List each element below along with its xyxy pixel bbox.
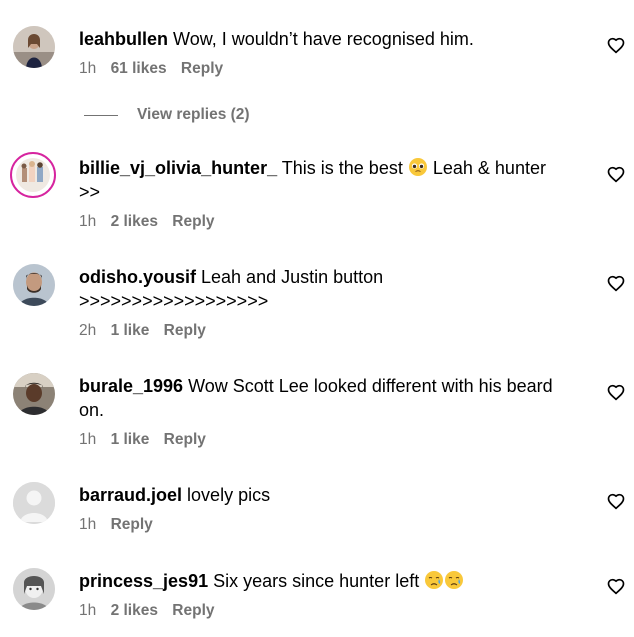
- comment-text: burale_1996 Wow Scott Lee looked differe…: [79, 374, 591, 422]
- crying-face-emoji: [425, 571, 444, 589]
- divider: [84, 114, 118, 116]
- comment-text: barraud.joel lovely pics: [79, 483, 591, 507]
- comment-text: billie_vj_olivia_hunter_ This is the bes…: [79, 156, 591, 204]
- username[interactable]: barraud.joel: [79, 485, 182, 505]
- heart-icon[interactable]: [607, 275, 625, 293]
- likes-count[interactable]: 61 likes: [111, 60, 167, 77]
- pleading-face-emoji: [408, 158, 427, 176]
- view-replies-label: View replies (2): [137, 106, 250, 123]
- timestamp: 1h: [79, 516, 97, 533]
- likes-count[interactable]: 1 like: [111, 431, 150, 448]
- comment-meta: 1h 61 likes Reply: [79, 59, 591, 79]
- likes-count[interactable]: 1 like: [111, 322, 150, 339]
- username[interactable]: leahbullen: [79, 29, 168, 49]
- comment-body-line2: >>: [79, 182, 101, 202]
- likes-count[interactable]: 2 likes: [111, 602, 158, 619]
- avatar[interactable]: [13, 568, 55, 610]
- comment-body: lovely pics: [187, 485, 271, 505]
- timestamp: 1h: [79, 431, 97, 448]
- likes-count[interactable]: 2 likes: [111, 213, 158, 230]
- reply-button[interactable]: Reply: [164, 431, 206, 448]
- timestamp: 2h: [79, 322, 97, 339]
- comment-text: odisho.yousif Leah and Justin button >>>…: [79, 265, 591, 313]
- comment-text: leahbullen Wow, I wouldn’t have recognis…: [79, 27, 591, 51]
- username[interactable]: princess_jes91: [79, 571, 208, 591]
- comment-body-line2: on.: [79, 400, 105, 420]
- comment-body-continued: Leah & hunter: [432, 158, 546, 178]
- timestamp: 1h: [79, 60, 97, 77]
- timestamp: 1h: [79, 602, 97, 619]
- comment-body: Six years since hunter left: [213, 571, 420, 591]
- avatar[interactable]: [13, 264, 55, 306]
- comment-meta: 1h 2 likes Reply: [79, 212, 591, 232]
- reply-button[interactable]: Reply: [111, 516, 153, 533]
- avatar[interactable]: [13, 26, 55, 68]
- view-replies-button[interactable]: View replies (2): [84, 104, 250, 126]
- heart-icon[interactable]: [607, 37, 625, 55]
- heart-icon[interactable]: [607, 384, 625, 402]
- heart-icon[interactable]: [607, 166, 625, 184]
- reply-button[interactable]: Reply: [172, 213, 214, 230]
- crying-face-emoji: [445, 571, 464, 589]
- comment-meta: 1h 2 likes Reply: [79, 601, 591, 621]
- comment-meta: 2h 1 like Reply: [79, 321, 591, 341]
- comment-body: This is the best: [281, 158, 403, 178]
- comment-meta: 1h 1 like Reply: [79, 430, 591, 450]
- timestamp: 1h: [79, 213, 97, 230]
- avatar[interactable]: [10, 152, 56, 198]
- reply-button[interactable]: Reply: [172, 602, 214, 619]
- avatar[interactable]: [13, 482, 55, 524]
- comment-body: Wow, I wouldn’t have recognised him.: [173, 29, 474, 49]
- avatar[interactable]: [13, 373, 55, 415]
- username[interactable]: odisho.yousif: [79, 267, 196, 287]
- comment-body: Leah and Justin button: [201, 267, 384, 287]
- heart-icon[interactable]: [607, 578, 625, 596]
- comment-meta: 1h Reply: [79, 515, 591, 535]
- heart-icon[interactable]: [607, 493, 625, 511]
- username[interactable]: burale_1996: [79, 376, 183, 396]
- username[interactable]: billie_vj_olivia_hunter_: [79, 158, 277, 178]
- comment-body-line2: >>>>>>>>>>>>>>>>>>: [79, 291, 269, 311]
- reply-button[interactable]: Reply: [164, 322, 206, 339]
- reply-button[interactable]: Reply: [181, 60, 223, 77]
- comment-body: Wow Scott Lee looked different with his …: [188, 376, 553, 396]
- comment-text: princess_jes91 Six years since hunter le…: [79, 569, 591, 593]
